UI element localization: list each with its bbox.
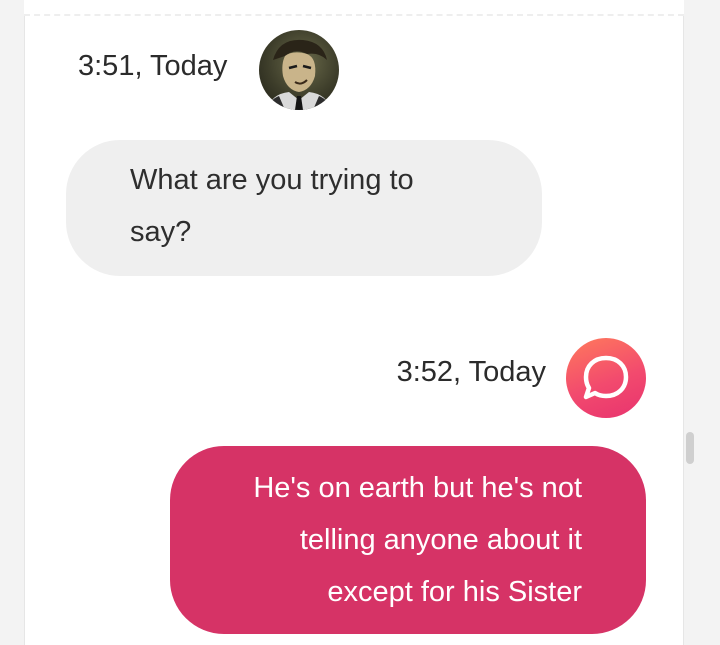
- previous-message-edge: [24, 0, 684, 16]
- chat-bubble-icon: [583, 355, 629, 400]
- character-avatar-icon: [267, 39, 331, 110]
- message-timestamp: 3:52, Today: [396, 356, 546, 388]
- sender-app-icon[interactable]: [566, 338, 646, 418]
- incoming-message-text: What are you trying to say?: [130, 164, 414, 248]
- outgoing-message-bubble: He's on earth but he's not telling anyon…: [170, 446, 646, 634]
- scrollbar-thumb[interactable]: [686, 432, 694, 464]
- avatar[interactable]: [259, 30, 339, 110]
- incoming-message-bubble: What are you trying to say?: [66, 140, 542, 276]
- message-timestamp: 3:51, Today: [78, 50, 228, 82]
- outgoing-message-text: He's on earth but he's not telling anyon…: [253, 472, 582, 608]
